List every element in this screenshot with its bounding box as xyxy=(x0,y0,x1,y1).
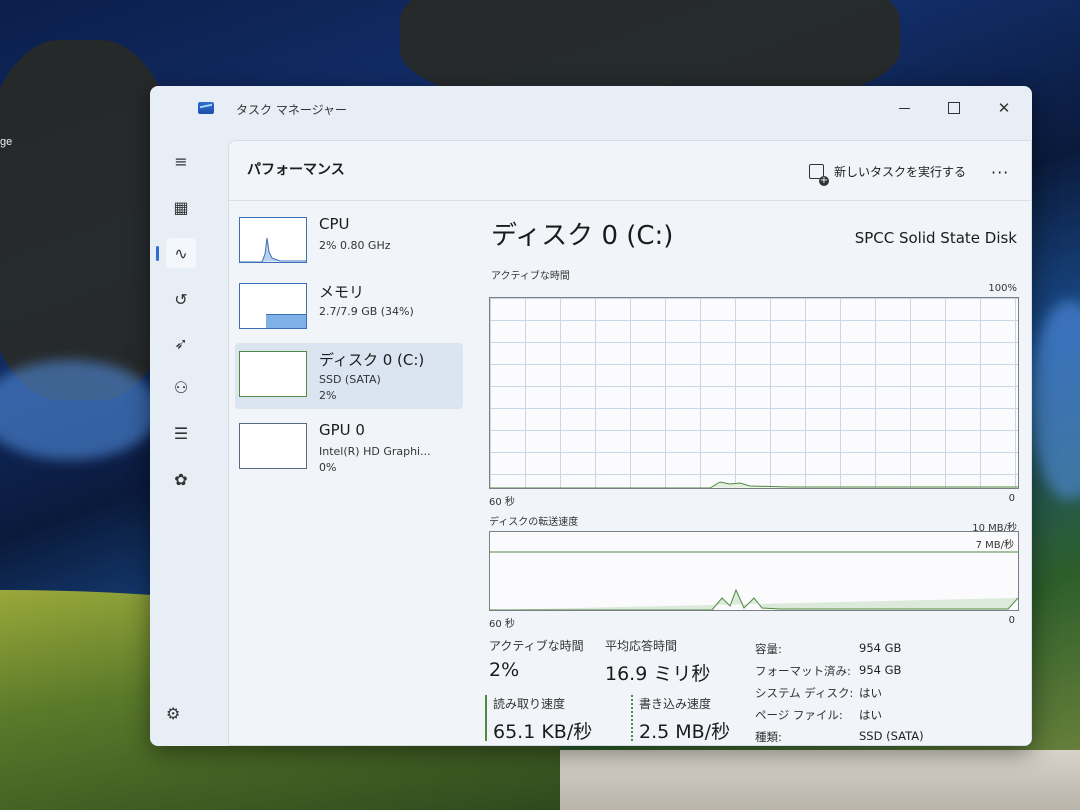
cpu-mini-graph xyxy=(239,217,307,263)
active-time-graph-max: 100% xyxy=(988,283,1017,294)
bg-wave xyxy=(1030,300,1080,500)
prop-page-file-value: はい xyxy=(859,708,882,722)
performance-panel: パフォーマンス 新しいタスクを実行する ··· CPU 2% 0.80 GHz … xyxy=(228,140,1032,746)
prop-capacity-label: 容量: xyxy=(755,642,782,656)
window-title: タスク マネージャー xyxy=(236,103,347,117)
write-speed-value: 2.5 MB/秒 xyxy=(639,721,731,743)
memory-mini-graph xyxy=(239,283,307,329)
avg-response-value: 16.9 ミリ秒 xyxy=(605,663,711,685)
new-task-label: 新しいタスクを実行する xyxy=(834,165,967,179)
gpu-usage: 0% xyxy=(319,461,337,474)
disk-mini-graph xyxy=(239,351,307,397)
maximize-button[interactable] xyxy=(934,94,974,122)
bg-sand xyxy=(560,750,1080,810)
active-time-label: アクティブな時間 xyxy=(489,639,584,653)
page-title: パフォーマンス xyxy=(247,162,345,178)
memory-usage: 2.7/7.9 GB (34%) xyxy=(319,305,414,318)
memory-name: メモリ xyxy=(319,283,365,301)
active-time-graph-label: アクティブな時間 xyxy=(491,271,570,282)
gpu-mini-graph xyxy=(239,423,307,469)
active-time-value: 2% xyxy=(489,659,520,681)
prop-formatted-value: 954 GB xyxy=(859,663,902,677)
transfer-graph-line-label: 7 MB/秒 xyxy=(975,540,1014,551)
titlebar: タスク マネージャー ✕ xyxy=(150,86,1032,130)
disk-title: ディスク 0 (C:) xyxy=(491,221,674,251)
services-icon[interactable]: ✿ xyxy=(166,464,196,494)
transfer-graph-label: ディスクの転送速度 xyxy=(489,517,579,528)
minimize-button[interactable] xyxy=(884,94,924,122)
transfer-x-left: 60 秒 xyxy=(489,619,515,630)
new-task-icon xyxy=(809,164,829,186)
active-time-x-right: 0 xyxy=(1008,493,1015,504)
prop-type-value: SSD (SATA) xyxy=(859,729,924,743)
users-icon[interactable]: ⚇ xyxy=(166,372,196,402)
performance-icon[interactable]: ∿ xyxy=(156,238,196,268)
prop-system-disk-label: システム ディスク: xyxy=(755,686,854,700)
close-button[interactable]: ✕ xyxy=(984,94,1024,122)
disk-model: SPCC Solid State Disk xyxy=(854,229,1017,247)
disk-detail: ディスク 0 (C:) SPCC Solid State Disk アクティブな… xyxy=(485,207,1019,746)
disk-name: ディスク 0 (C:) xyxy=(319,351,425,369)
nav-rail: ≡ ▦ ∿ ↺ ➶ ⚇ ☰ ✿ xyxy=(150,130,210,746)
write-indicator xyxy=(631,695,633,741)
processes-icon[interactable]: ▦ xyxy=(166,192,196,222)
prop-system-disk-value: はい xyxy=(859,686,882,700)
read-speed-label: 読み取り速度 xyxy=(493,697,566,711)
settings-gear-icon[interactable]: ⚙ xyxy=(166,704,186,724)
panel-header: パフォーマンス 新しいタスクを実行する ··· xyxy=(229,141,1031,201)
new-task-button[interactable]: 新しいタスクを実行する xyxy=(809,163,967,186)
perf-item-disk[interactable]: ディスク 0 (C:) SSD (SATA) 2% xyxy=(235,343,463,409)
prop-page-file-label: ページ ファイル: xyxy=(755,708,843,722)
disk-type: SSD (SATA) xyxy=(319,373,381,386)
task-manager-window: タスク マネージャー ✕ ≡ ▦ ∿ ↺ ➶ ⚇ ☰ ✿ ⚙ パフォーマンス 新… xyxy=(150,86,1032,746)
prop-type-label: 種類: xyxy=(755,730,782,744)
perf-item-gpu[interactable]: GPU 0 Intel(R) HD Graphi... 0% xyxy=(235,415,463,481)
cpu-name: CPU xyxy=(319,215,350,233)
details-icon[interactable]: ☰ xyxy=(166,418,196,448)
active-time-graph xyxy=(489,297,1019,489)
disk-stats: アクティブな時間 2% 平均応答時間 16.9 ミリ秒 読み取り速度 65.1 … xyxy=(485,637,1019,746)
transfer-x-right: 0 xyxy=(1008,615,1015,626)
read-indicator xyxy=(485,695,487,741)
perf-item-cpu[interactable]: CPU 2% 0.80 GHz xyxy=(235,209,463,275)
task-manager-app-icon xyxy=(198,102,214,114)
read-speed-value: 65.1 KB/秒 xyxy=(493,721,593,743)
more-options-button[interactable]: ··· xyxy=(991,163,1009,182)
app-history-icon[interactable]: ↺ xyxy=(166,284,196,314)
hamburger-menu-icon[interactable]: ≡ xyxy=(166,146,196,176)
avg-response-label: 平均応答時間 xyxy=(605,639,678,653)
gpu-name: GPU 0 xyxy=(319,421,365,439)
transfer-rate-graph: 7 MB/秒 xyxy=(489,531,1019,611)
active-time-x-left: 60 秒 xyxy=(489,497,515,508)
write-speed-label: 書き込み速度 xyxy=(639,697,712,711)
prop-formatted-label: フォーマット済み: xyxy=(755,664,851,678)
desktop-partial-text: ge xyxy=(0,136,13,148)
prop-capacity-value: 954 GB xyxy=(859,641,902,655)
disk-usage: 2% xyxy=(319,389,337,402)
gpu-model: Intel(R) HD Graphi... xyxy=(319,445,431,458)
perf-item-memory[interactable]: メモリ 2.7/7.9 GB (34%) xyxy=(235,275,463,341)
cpu-usage: 2% 0.80 GHz xyxy=(319,239,391,252)
startup-apps-icon[interactable]: ➶ xyxy=(166,328,196,358)
